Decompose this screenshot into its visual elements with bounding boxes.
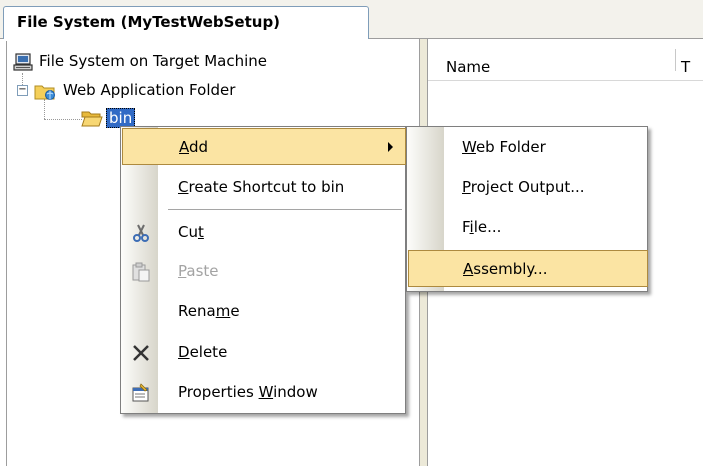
open-folder-icon [81, 111, 103, 127]
menu-item-paste[interactable]: Paste [122, 253, 406, 290]
menu-separator [168, 209, 402, 210]
tab-file-system[interactable]: File System (MyTestWebSetup) [3, 6, 369, 40]
menu-item-delete[interactable]: Delete [122, 334, 406, 371]
submenu-arrow-icon [388, 142, 393, 152]
collapse-icon[interactable]: − [17, 85, 28, 96]
column-separator[interactable] [675, 49, 676, 71]
paste-icon [132, 262, 150, 282]
submenu-item-file[interactable]: File... [408, 209, 648, 246]
menu-item-add-label: Add [179, 138, 209, 156]
scissors-icon [133, 224, 149, 242]
mnemonic-w: W [258, 383, 274, 401]
menu-item-add[interactable]: Add [122, 128, 406, 165]
computer-icon [13, 53, 33, 71]
document-tab-strip: File System (MyTestWebSetup) [0, 0, 703, 40]
mnemonic-d: D [178, 343, 190, 361]
mnemonic-w: W [462, 138, 476, 156]
menu-item-cut[interactable]: Cut [122, 214, 406, 251]
menu-item-properties-window[interactable]: Properties Window [122, 374, 406, 411]
menu-item-properties-window-label: Properties Window [178, 383, 318, 401]
add-submenu: Web Folder Project Output... File... Ass… [406, 126, 648, 292]
delete-x-icon [133, 345, 149, 361]
menu-item-rename-label: Rename [178, 302, 240, 320]
menu-item-create-shortcut-label: Create Shortcut to bin [178, 178, 345, 196]
properties-icon [132, 383, 149, 402]
submenu-item-assembly[interactable]: Assembly... [408, 250, 648, 287]
menu-item-cut-label: Cut [178, 223, 204, 241]
column-header-name[interactable]: Name [446, 58, 490, 76]
mnemonic-p: P [462, 178, 471, 196]
submenu-item-web-folder[interactable]: Web Folder [408, 129, 648, 166]
submenu-item-assembly-label: Assembly... [463, 260, 548, 278]
tree-node-root[interactable]: File System on Target Machine [13, 51, 413, 75]
submenu-item-project-output-label: Project Output... [462, 178, 585, 196]
mnemonic-p: P [178, 262, 187, 280]
mnemonic-a: A [463, 260, 474, 278]
tree-node-root-label: File System on Target Machine [39, 52, 267, 70]
submenu-item-project-output[interactable]: Project Output... [408, 169, 648, 206]
menu-item-rename[interactable]: Rename [122, 293, 406, 330]
column-header-type[interactable]: T [681, 58, 690, 76]
menu-item-delete-label: Delete [178, 343, 228, 361]
tree-node-web-application-folder[interactable]: − Web Application Folder [17, 80, 417, 104]
submenu-item-web-folder-label: Web Folder [462, 138, 546, 156]
tree-line [44, 119, 82, 120]
mnemonic-i: i [469, 218, 474, 236]
submenu-item-file-label: File... [462, 218, 502, 236]
tree-node-bin-label: bin [106, 108, 136, 128]
mnemonic-t: t [197, 223, 204, 241]
tree-node-web-folder-label: Web Application Folder [63, 81, 236, 99]
menu-item-create-shortcut[interactable]: Create Shortcut to bin [122, 169, 406, 206]
list-header: Name T [428, 41, 703, 81]
mnemonic-c: C [178, 178, 189, 196]
mnemonic-m: m [215, 302, 231, 320]
context-menu: Add Create Shortcut to bin Cut Paste Ren… [120, 126, 406, 414]
menu-item-paste-label: Paste [178, 262, 219, 280]
mnemonic-a: A [179, 138, 189, 156]
web-folder-icon [34, 85, 55, 100]
